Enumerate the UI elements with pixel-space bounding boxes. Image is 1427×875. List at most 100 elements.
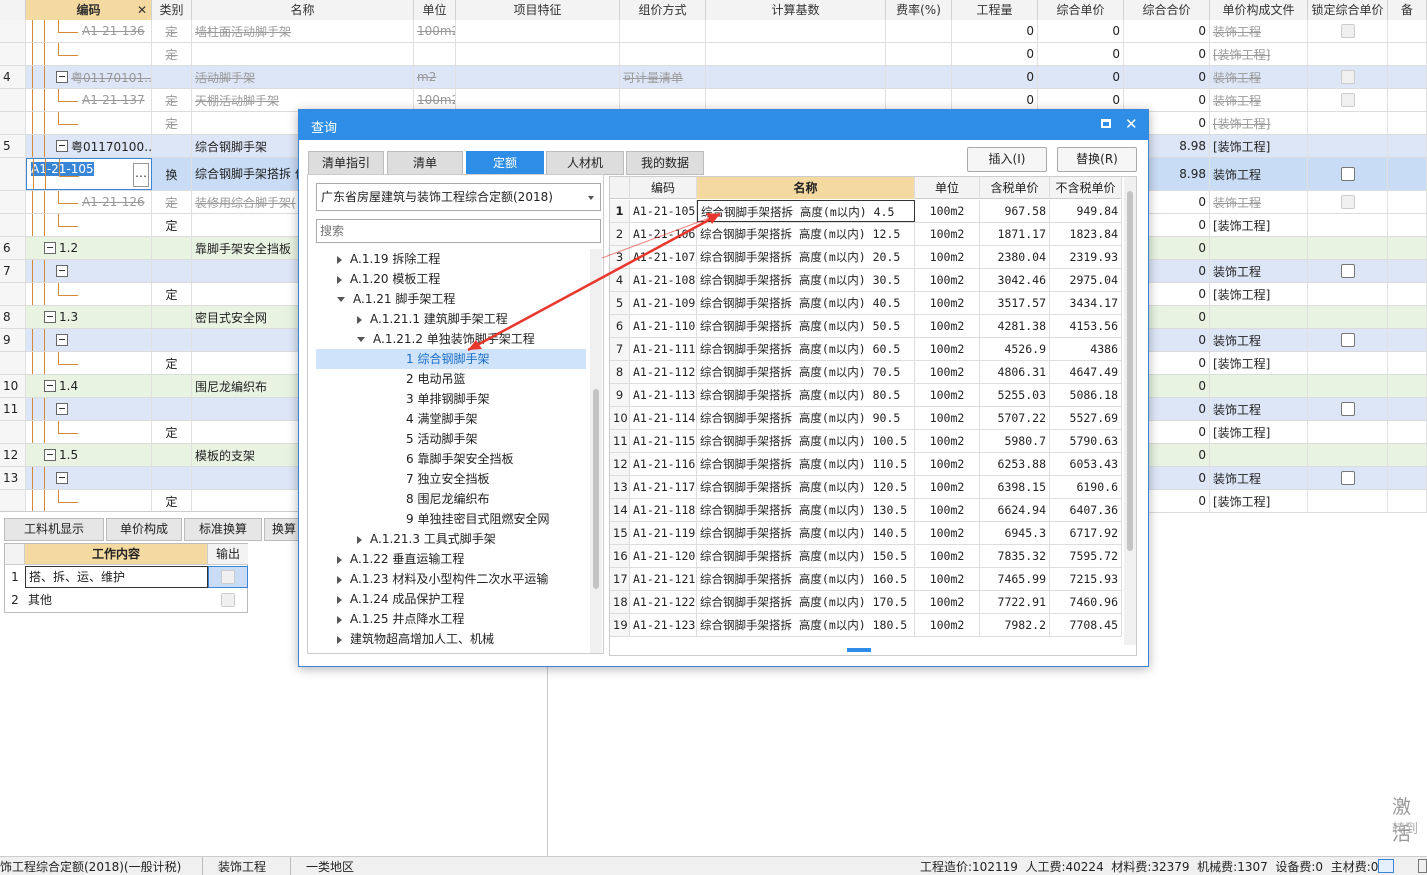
rt-header-code[interactable]: 编码: [630, 177, 697, 199]
dialog-titlebar[interactable]: 查询 ✕: [299, 110, 1148, 140]
lock-checkbox[interactable]: [1340, 70, 1355, 84]
result-row[interactable]: 18 A1-21-122 综合钢脚手架搭拆 高度(m以内) 170.5 100m2 77…: [610, 591, 1122, 614]
code-cell[interactable]: [26, 43, 152, 65]
result-scrollbar[interactable]: [1124, 177, 1136, 645]
type-cell[interactable]: 定: [152, 191, 192, 213]
file-cell[interactable]: 装饰工程: [1210, 191, 1308, 213]
result-row[interactable]: 3 A1-21-107 综合钢脚手架搭拆 高度(m以内) 20.5 100m2 2380…: [610, 246, 1122, 269]
code-cell[interactable]: A1-21-137: [26, 89, 152, 111]
base-cell[interactable]: [706, 66, 886, 88]
type-cell[interactable]: 定: [152, 20, 192, 42]
result-row[interactable]: 10 A1-21-114 综合钢脚手架搭拆 高度(m以内) 90.5 100m2 570…: [610, 407, 1122, 430]
file-cell[interactable]: [装饰工程]: [1210, 112, 1308, 134]
close-icon[interactable]: ✕: [1125, 115, 1138, 133]
lock-cell[interactable]: [1308, 375, 1388, 397]
tree-node[interactable]: 2 电动吊篮: [316, 369, 586, 389]
ellipsis-button[interactable]: …: [133, 163, 149, 187]
header-unit-price[interactable]: 综合单价: [1038, 0, 1124, 20]
file-cell[interactable]: 装饰工程: [1210, 89, 1308, 111]
file-cell[interactable]: [1210, 237, 1308, 259]
collapsed-arrow-icon[interactable]: [337, 615, 342, 624]
type-cell[interactable]: 换: [152, 158, 192, 190]
code-cell[interactable]: [26, 329, 152, 351]
method-cell[interactable]: [620, 89, 706, 111]
collapse-icon[interactable]: [56, 71, 68, 83]
row-number[interactable]: [0, 214, 26, 236]
result-row[interactable]: 19 A1-21-123 综合钢脚手架搭拆 高度(m以内) 180.5 100m2 79…: [610, 614, 1122, 637]
lock-cell[interactable]: [1308, 191, 1388, 213]
collapse-icon[interactable]: [44, 242, 56, 254]
row-number[interactable]: 8: [0, 306, 26, 328]
header-qty[interactable]: 工程量: [952, 0, 1038, 20]
lock-checkbox[interactable]: [1340, 333, 1355, 347]
row-number[interactable]: 6: [0, 237, 26, 259]
file-cell[interactable]: [装饰工程]: [1210, 490, 1308, 512]
collapse-icon[interactable]: [44, 449, 56, 461]
work-row-text[interactable]: 搭、拆、运、维护: [25, 566, 208, 588]
rt-header-unit[interactable]: 单位: [915, 177, 980, 199]
header-lock[interactable]: 锁定综合单价: [1308, 0, 1388, 20]
type-cell[interactable]: [152, 329, 192, 351]
type-cell[interactable]: [152, 398, 192, 420]
unit-cell[interactable]: m2: [414, 66, 456, 88]
bottom-tab[interactable]: 标准换算: [184, 518, 262, 541]
tree-node[interactable]: A.1.21 脚手架工程: [316, 289, 586, 309]
collapsed-arrow-icon[interactable]: [357, 535, 362, 544]
row-number[interactable]: [0, 158, 26, 190]
type-cell[interactable]: [152, 135, 192, 157]
rate-cell[interactable]: [886, 20, 952, 42]
lock-checkbox[interactable]: [1340, 402, 1355, 416]
lock-cell[interactable]: [1308, 112, 1388, 134]
collapse-icon[interactable]: [56, 334, 68, 346]
price-cell[interactable]: 0: [1038, 20, 1124, 42]
bottom-tab[interactable]: 单价构成: [106, 518, 182, 541]
lock-cell[interactable]: [1308, 20, 1388, 42]
code-cell[interactable]: [26, 490, 152, 512]
file-cell[interactable]: [1210, 375, 1308, 397]
type-cell[interactable]: [152, 237, 192, 259]
result-row[interactable]: 1 A1-21-105 综合钢脚手架搭拆 高度(m以内) 4.5 100m2 967.5…: [610, 200, 1122, 223]
price-cell[interactable]: 0: [1038, 89, 1124, 111]
file-cell[interactable]: 装饰工程: [1210, 66, 1308, 88]
lock-cell[interactable]: [1308, 89, 1388, 111]
tree-scroll-thumb[interactable]: [593, 389, 599, 589]
code-cell[interactable]: [26, 214, 152, 236]
panel-icon[interactable]: [1418, 859, 1427, 873]
result-row[interactable]: 15 A1-21-119 综合钢脚手架搭拆 高度(m以内) 140.5 100m2 69…: [610, 522, 1122, 545]
qty-cell[interactable]: 0: [952, 43, 1038, 65]
row-number[interactable]: [0, 20, 26, 42]
row-number[interactable]: 4: [0, 66, 26, 88]
close-icon[interactable]: ✕: [137, 0, 147, 20]
tree-node[interactable]: 6 靠脚手架安全挡板: [316, 449, 586, 469]
collapsed-arrow-icon[interactable]: [337, 595, 342, 604]
expanded-arrow-icon[interactable]: [357, 337, 365, 342]
type-cell[interactable]: 定: [152, 352, 192, 374]
collapse-icon[interactable]: [44, 380, 56, 392]
collapsed-arrow-icon[interactable]: [357, 315, 362, 324]
result-row[interactable]: 9 A1-21-113 综合钢脚手架搭拆 高度(m以内) 80.5 100m2 5255…: [610, 384, 1122, 407]
lock-cell[interactable]: [1308, 66, 1388, 88]
collapsed-arrow-icon[interactable]: [337, 555, 342, 564]
tree-node[interactable]: 建筑物超高增加人工、机械: [316, 629, 586, 649]
rate-cell[interactable]: [886, 89, 952, 111]
lock-checkbox[interactable]: [1340, 195, 1355, 209]
lock-cell[interactable]: [1308, 260, 1388, 282]
total-cell[interactable]: 0: [1124, 66, 1210, 88]
qty-cell[interactable]: 0: [952, 89, 1038, 111]
file-cell[interactable]: [1210, 306, 1308, 328]
code-cell[interactable]: [26, 398, 152, 420]
lock-cell[interactable]: [1308, 490, 1388, 512]
qty-cell[interactable]: 0: [952, 66, 1038, 88]
total-cell[interactable]: 0: [1124, 89, 1210, 111]
name-cell[interactable]: 墙柱面活动脚手架: [192, 20, 414, 42]
name-cell[interactable]: [192, 43, 414, 65]
result-row[interactable]: 2 A1-21-106 综合钢脚手架搭拆 高度(m以内) 12.5 100m2 1871…: [610, 223, 1122, 246]
tree-node[interactable]: A.1.22 垂直运输工程: [316, 549, 586, 569]
lock-cell[interactable]: [1308, 158, 1388, 190]
feature-cell[interactable]: [456, 20, 620, 42]
header-method[interactable]: 组价方式: [620, 0, 706, 20]
splitter-handle[interactable]: [847, 648, 871, 652]
dialog-tab[interactable]: 清单: [387, 151, 463, 175]
row-number[interactable]: 10: [0, 375, 26, 397]
file-cell[interactable]: 装饰工程: [1210, 260, 1308, 282]
